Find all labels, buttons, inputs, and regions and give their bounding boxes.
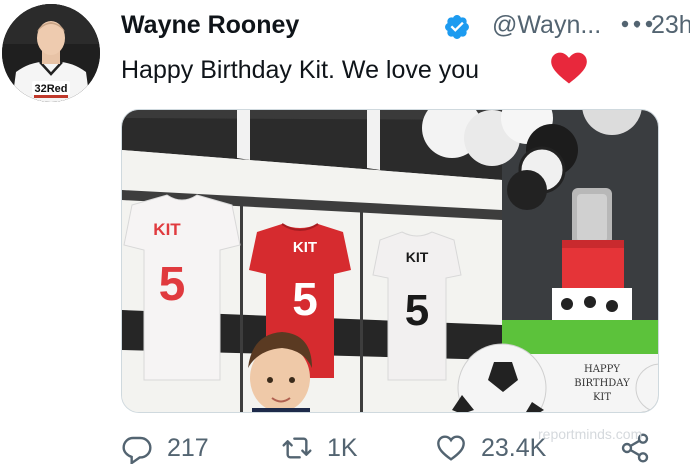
birthday-photo: KIT 5 KIT 5 KIT 5 HAPPY BIRTHDAY KIT [122, 110, 658, 412]
verified-badge-icon [445, 15, 469, 39]
cake-text-line-1: HAPPY [584, 364, 620, 375]
tweet-header: Wayne Rooney @Wayn... · 23h [121, 8, 690, 42]
author-name[interactable]: Wayne Rooney [121, 8, 299, 42]
retweet-icon [282, 437, 312, 459]
shirt-2-number: 5 [292, 273, 318, 325]
avatar-jersey-sponsor: 32Red [34, 83, 67, 95]
red-heart-icon [551, 52, 587, 84]
shirt-1-number: 5 [159, 258, 186, 311]
retweet-button[interactable]: 1K [281, 430, 358, 466]
more-dots-icon[interactable] [617, 14, 657, 34]
watermark-text: reportminds.com [538, 426, 643, 442]
retweet-count: 1K [327, 434, 358, 462]
shirt-1-name: KIT [153, 220, 181, 239]
like-heart-icon [437, 435, 465, 461]
avatar-photo: 32Red [2, 4, 100, 102]
shirt-3-number: 5 [405, 286, 429, 335]
like-count: 23.4K [481, 434, 547, 462]
reply-icon [122, 436, 152, 464]
tweet-media-photo[interactable]: KIT 5 KIT 5 KIT 5 HAPPY BIRTHDAY KIT [121, 109, 659, 413]
shirt-2-name: KIT [293, 239, 317, 256]
cake-text-line-2: BIRTHDAY [574, 378, 630, 389]
tweet-text: Happy Birthday Kit. We love you [121, 56, 480, 84]
like-button[interactable]: 23.4K [435, 430, 546, 466]
reply-button[interactable]: 217 [121, 430, 209, 466]
avatar[interactable]: 32Red [2, 4, 100, 102]
author-handle[interactable]: @Wayn... [492, 8, 601, 42]
cake-text-line-3: KIT [593, 392, 611, 403]
reply-count: 217 [167, 434, 209, 462]
shirt-3-name: KIT [406, 249, 429, 265]
